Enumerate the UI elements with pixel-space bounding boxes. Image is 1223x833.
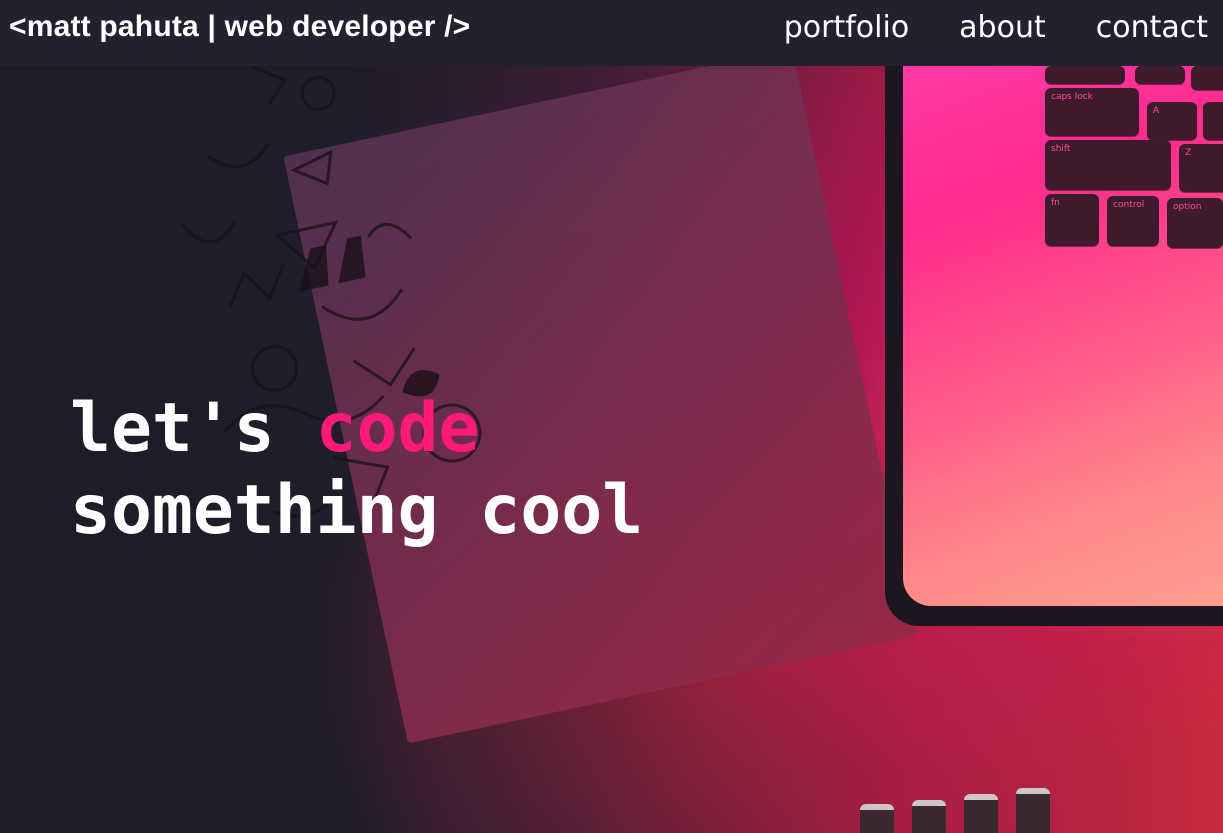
hero-line1-accent: code — [315, 388, 480, 468]
site-brand[interactable]: <matt pahuta | web developer /> — [9, 10, 470, 44]
page: caps lock A shift Z fn control option <m… — [0, 0, 1223, 833]
hero-line2: something cool — [70, 470, 644, 550]
markers-image — [860, 780, 1080, 833]
nav-link-contact[interactable]: contact — [1096, 10, 1208, 45]
hero-line1-prefix: let's — [70, 388, 275, 468]
hero-headline: let's code something cool — [70, 388, 643, 552]
nav-link-about[interactable]: about — [959, 10, 1046, 45]
nav-link-portfolio[interactable]: portfolio — [784, 10, 909, 45]
navbar: <matt pahuta | web developer /> portfoli… — [0, 0, 1223, 66]
laptop-image: caps lock A shift Z fn control option — [885, 66, 1223, 626]
nav-links: portfolio about contact — [784, 10, 1208, 45]
